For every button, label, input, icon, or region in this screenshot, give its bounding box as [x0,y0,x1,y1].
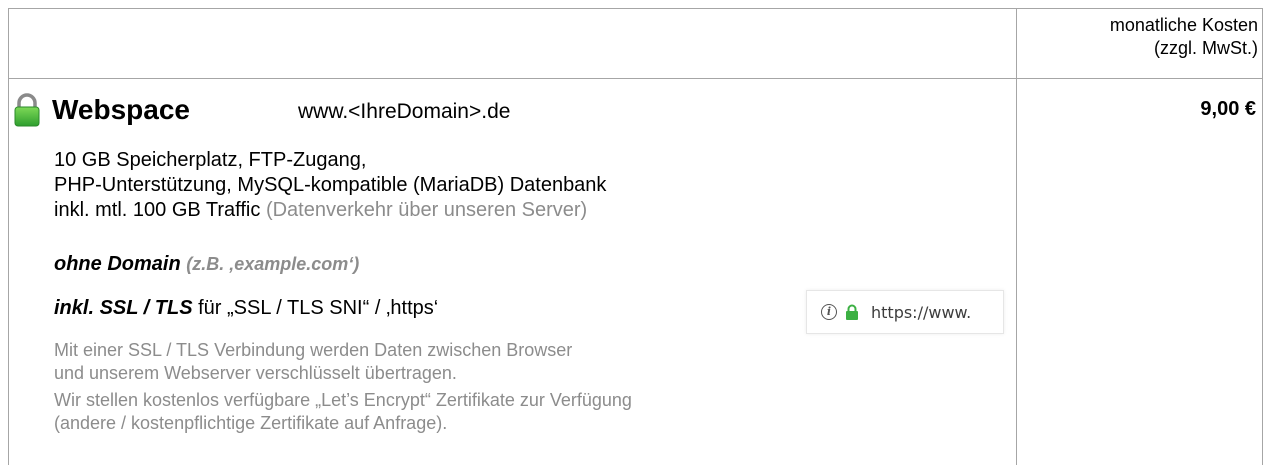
description-line: und unserem Webserver verschlüsselt über… [54,363,457,383]
table-header-divider [8,78,1263,79]
domain-note: ohne Domain (z.B. ‚example.com‘) [54,253,359,276]
ssl-description: Mit einer SSL / TLS Verbindung werden Da… [54,339,632,439]
table-top-border [8,8,1263,9]
ssl-line: inkl. SSL / TLS für „SSL / TLS SNI“ / ‚h… [54,297,438,320]
cost-header-line1: monatliche Kosten [1109,15,1258,35]
feature-line: PHP-Unterstützung, MySQL-kompatible (Mar… [54,174,607,196]
traffic-note: (Datenverkehr über unseren Server) [265,199,588,221]
feature-line: 10 GB Speicherplatz, FTP-Zugang, [54,149,367,171]
cost-header-line2: (zzgl. MwSt.) [1153,38,1258,58]
ssl-rest: für „SSL / TLS SNI“ / ‚https‘ [198,297,439,319]
browser-url-bar-illustration: i https://www. [806,290,1004,334]
cost-column-header: monatliche Kosten (zzgl. MwSt.) [1028,14,1258,60]
table-column-divider [1016,8,1017,465]
product-title-row: Webspace [12,92,190,128]
feature-line: inkl. mtl. 100 GB Traffic (Datenverkehr … [54,198,606,223]
table-right-border [1262,8,1263,465]
product-title: Webspace [52,94,190,125]
domain-note-example: (z.B. ‚example.com‘) [186,254,360,274]
traffic-text: inkl. mtl. 100 GB Traffic [54,199,261,221]
ssl-bold: inkl. SSL / TLS [54,297,193,319]
padlock-icon [846,304,858,320]
product-price: 9,00 € [1200,98,1256,120]
domain-note-main: ohne Domain [54,253,181,275]
table-left-border [8,8,9,465]
lock-icon [14,93,40,127]
description-line: (andere / kostenpflichtige Zertifikate a… [54,413,448,433]
ssl-description-paragraph: Mit einer SSL / TLS Verbindung werden Da… [54,339,632,385]
description-line: Mit einer SSL / TLS Verbindung werden Da… [54,340,573,360]
info-icon: i [821,304,837,320]
certificate-description-paragraph: Wir stellen kostenlos verfügbare „Let’s … [54,389,632,435]
url-text: https://www. [871,302,972,322]
description-line: Wir stellen kostenlos verfügbare „Let’s … [54,390,632,410]
feature-list: 10 GB Speicherplatz, FTP-Zugang, PHP-Unt… [54,148,606,223]
product-domain: www.<IhreDomain>.de [298,100,511,123]
